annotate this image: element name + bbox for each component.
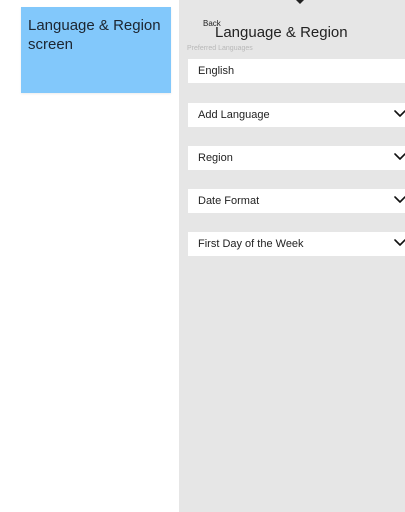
row-label: Add Language	[198, 109, 270, 121]
language-row-english[interactable]: English	[188, 59, 405, 83]
first-day-of-week-row[interactable]: First Day of the Week	[188, 232, 405, 256]
page-title: Language & Region	[215, 24, 348, 41]
chevron-down-icon	[394, 110, 405, 117]
chevron-down-icon	[394, 196, 405, 203]
add-language-row[interactable]: Add Language	[188, 103, 405, 127]
row-label: First Day of the Week	[198, 238, 304, 250]
row-label: English	[198, 65, 235, 77]
region-row[interactable]: Region	[188, 146, 405, 170]
chevron-down-icon	[394, 153, 405, 160]
section-header-preferred-languages: Preferred Languages	[187, 45, 253, 52]
phone-screen: Back Language & Region Preferred Languag…	[179, 0, 405, 512]
date-format-row[interactable]: Date Format	[188, 189, 405, 213]
caret-down-icon	[296, 0, 304, 4]
row-label: Date Format	[198, 195, 260, 207]
chevron-down-icon	[394, 239, 405, 246]
screen-caption-text: Language & Region screen	[28, 17, 161, 53]
screen-caption-card: Language & Region screen	[21, 7, 171, 93]
row-label: Region	[198, 152, 233, 164]
canvas: Language & Region screen Back Language &…	[0, 0, 405, 512]
